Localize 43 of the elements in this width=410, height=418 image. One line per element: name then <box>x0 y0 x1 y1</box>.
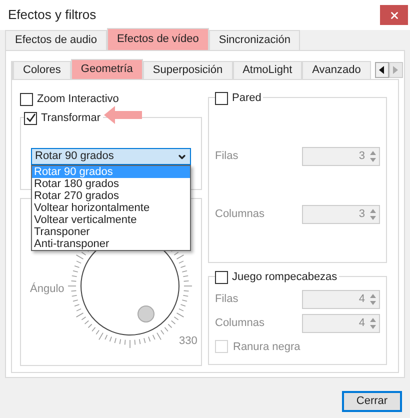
close-button[interactable] <box>380 5 408 25</box>
checkbox[interactable] <box>215 92 228 105</box>
checkbox[interactable] <box>20 92 33 106</box>
dropdown[interactable]: Rotar 90 grados <box>31 148 191 165</box>
checkbox[interactable] <box>215 270 228 284</box>
tab[interactable]: Superposición <box>142 61 233 79</box>
checkbox-label: Transformar <box>41 111 100 126</box>
field-label: Columnas <box>215 316 265 332</box>
checkbox-label: Zoom Interactivo <box>37 92 119 107</box>
checkbox-label: Pared <box>232 91 262 106</box>
dropdown-option[interactable]: Rotar 180 grados <box>32 178 190 190</box>
field-label: Filas <box>215 149 238 164</box>
spinner-arrows-icon[interactable] <box>368 149 378 164</box>
dropdown-option[interactable]: Rotar 270 grados <box>32 190 190 202</box>
checkbox[interactable] <box>24 112 37 125</box>
checkbox-label: Ranura negra <box>233 340 300 354</box>
spinner-arrows-icon[interactable] <box>368 292 378 307</box>
tab[interactable]: Colores <box>13 61 71 79</box>
spinner-arrows-icon[interactable] <box>368 316 378 331</box>
dropdown-option[interactable]: Transponer <box>32 226 190 238</box>
dropdown-option[interactable]: Voltear verticalmente <box>32 214 190 226</box>
pointer-arrow <box>104 106 142 124</box>
left-triangle-icon <box>379 66 384 74</box>
dropdown-option[interactable]: Voltear horizontalmente <box>32 202 190 214</box>
tab[interactable]: Efectos de vídeo <box>106 28 209 50</box>
tab[interactable]: Avanzado <box>302 61 371 79</box>
tab[interactable]: Geometría <box>70 59 143 79</box>
field-label: Filas <box>215 292 238 308</box>
tab[interactable]: Sincronización <box>208 30 300 50</box>
spinner-arrows-icon[interactable] <box>368 207 378 222</box>
checkbox-label: Juego rompecabezas <box>232 270 338 285</box>
field-label: Columnas <box>215 207 265 222</box>
close-dialog-button[interactable]: Cerrar <box>342 391 402 412</box>
scroll-left-button[interactable] <box>374 62 389 78</box>
tab[interactable]: AtmoLight <box>232 61 302 79</box>
close-icon <box>388 10 400 20</box>
dropdown-option[interactable]: Anti-transponer <box>32 238 190 250</box>
tab[interactable]: Efectos de audio <box>5 30 107 50</box>
window-title: Efectos y filtros <box>8 6 96 24</box>
dial-label: Ángulo <box>30 282 64 297</box>
dial-reading: 330 <box>179 334 198 349</box>
right-triangle-icon <box>393 66 398 74</box>
checkmark-icon <box>26 113 36 124</box>
